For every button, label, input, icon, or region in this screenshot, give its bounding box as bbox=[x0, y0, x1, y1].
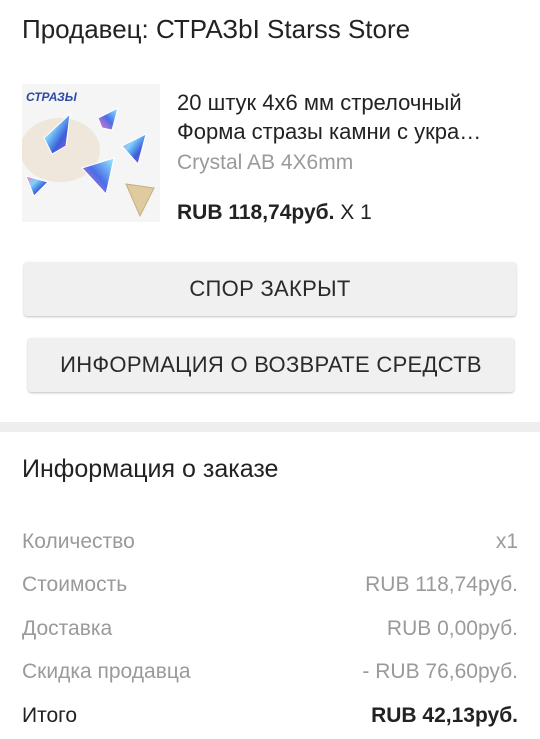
product-price: RUB 118,74руб. bbox=[177, 201, 335, 224]
order-row-quantity: Количество x1 bbox=[22, 527, 518, 557]
order-total-label: Итого bbox=[22, 704, 78, 727]
order-row-seller-discount: Скидка продавца - RUB 76,60руб. bbox=[22, 657, 518, 687]
order-row-label: Количество bbox=[22, 530, 135, 553]
order-row-value: RUB 0,00руб. bbox=[386, 617, 518, 640]
product-name[interactable]: 20 штук 4x6 мм стрелочный Форма стразы к… bbox=[177, 88, 517, 146]
order-row-label: Доставка bbox=[22, 617, 113, 640]
product-price-line: RUB 118,74руб. X 1 bbox=[177, 201, 372, 225]
dispute-closed-button[interactable]: СПОР ЗАКРЫТ bbox=[24, 262, 516, 316]
order-row-cost: Стоимость RUB 118,74руб. bbox=[22, 570, 518, 600]
order-row-total: Итого RUB 42,13руб. bbox=[22, 701, 518, 731]
product-name-line-1: 20 штук 4x6 мм стрелочный bbox=[177, 90, 462, 115]
order-row-value: x1 bbox=[495, 530, 518, 553]
order-row-label: Скидка продавца bbox=[22, 660, 191, 683]
refund-info-button[interactable]: ИНФОРМАЦИЯ О ВОЗВРАТЕ СРЕДСТВ bbox=[28, 338, 514, 392]
product-name-line-2: Форма стразы камни с укра… bbox=[177, 119, 482, 144]
order-row-value: - RUB 76,60руб. bbox=[362, 660, 518, 683]
product-variant: Crystal AB 4X6mm bbox=[177, 151, 354, 174]
order-row-shipping: Доставка RUB 0,00руб. bbox=[22, 614, 518, 644]
order-info-heading: Информация о заказе bbox=[22, 455, 279, 483]
order-total-value: RUB 42,13руб. bbox=[371, 704, 518, 727]
product-quantity: X 1 bbox=[340, 201, 372, 224]
order-row-value: RUB 118,74руб. bbox=[365, 573, 518, 596]
image-label: СТРАЗЫ bbox=[26, 90, 78, 104]
product-image[interactable]: СТРАЗЫ bbox=[22, 84, 160, 222]
section-divider bbox=[0, 422, 540, 432]
seller-title[interactable]: Продавец: СТРАЗbI Starss Store bbox=[22, 14, 410, 45]
order-row-label: Стоимость bbox=[22, 573, 128, 596]
